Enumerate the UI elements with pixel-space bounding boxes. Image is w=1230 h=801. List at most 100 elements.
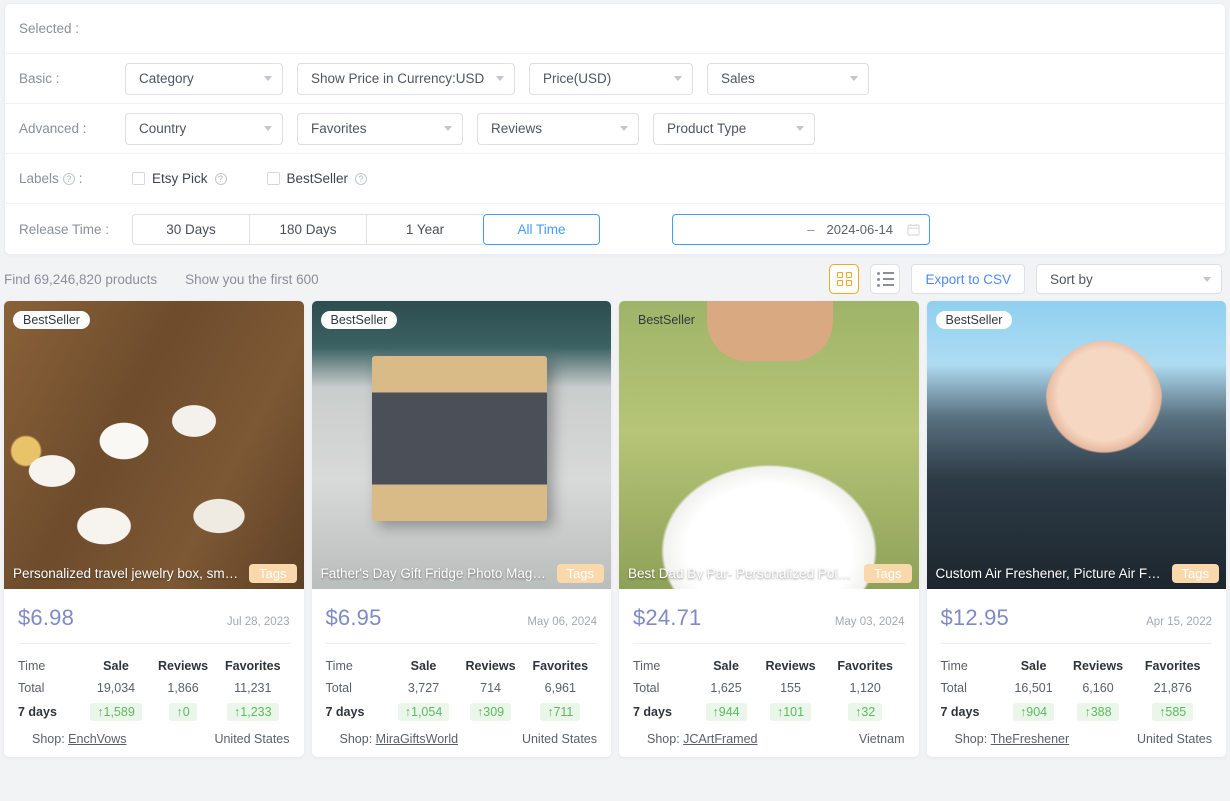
labels-label-colon: : — [78, 171, 83, 186]
category-select[interactable]: Category — [125, 62, 283, 95]
total-sale: 16,501 — [1014, 681, 1053, 695]
product-type-select[interactable]: Product Type — [653, 112, 815, 145]
stats-row-label-7days: 7 days — [18, 705, 57, 719]
checkbox-bestseller-label: BestSeller — [286, 171, 349, 186]
product-card[interactable]: BestSeller Father's Day Gift Fridge Phot… — [311, 301, 611, 757]
price-row: $24.71 May 03, 2024 — [633, 599, 905, 643]
shop-link[interactable]: TheFreshener — [991, 732, 1070, 746]
delta-reviews: ↑101 — [769, 703, 812, 721]
delta-sale-cell: ↑1,054 — [390, 699, 458, 725]
checkbox-etsy-pick[interactable]: Etsy Pick — [132, 171, 227, 186]
stats-col-reviews: Reviews — [765, 659, 816, 673]
selected-filters-row: Selected : — [5, 4, 1225, 54]
product-image — [311, 301, 611, 589]
currency-select[interactable]: Show Price in Currency:USD — [297, 62, 515, 95]
release-time-180-days[interactable]: 180 Days — [249, 213, 366, 245]
shop-link[interactable]: MiraGiftsWorld — [376, 732, 458, 746]
product-type-select-value: Product Type — [667, 121, 747, 136]
list-view-button[interactable] — [870, 264, 901, 294]
release-time-1-year[interactable]: 1 Year — [366, 213, 483, 245]
total-reviews: 714 — [480, 681, 501, 695]
product-price: $6.95 — [325, 605, 382, 630]
product-card[interactable]: BestSeller Personalized travel jewelry b… — [4, 301, 304, 757]
tags-button[interactable]: Tags — [556, 563, 604, 583]
product-image — [619, 301, 919, 589]
delta-favorites-cell: ↑1,233 — [216, 699, 289, 725]
shop-prefix: Shop: — [339, 732, 373, 746]
product-title-bar: Custom Air Freshener, Picture Air Fres..… — [927, 557, 1227, 589]
favorites-select[interactable]: Favorites — [297, 112, 463, 145]
reviews-select-value: Reviews — [491, 121, 543, 136]
product-price: $24.71 — [633, 605, 702, 630]
product-image-container[interactable]: BestSeller Father's Day Gift Fridge Phot… — [311, 301, 611, 589]
shop-link[interactable]: EnchVows — [68, 732, 126, 746]
total-favorites: 21,876 — [1153, 681, 1192, 695]
stats-col-time: Time — [18, 659, 46, 673]
product-title[interactable]: Personalized travel jewelry box, small .… — [13, 566, 242, 581]
date-range-separator: – — [807, 221, 815, 237]
advanced-filters-row: Advanced : Country Favorites Reviews Pro… — [5, 104, 1225, 154]
tags-button[interactable]: Tags — [864, 563, 912, 583]
grid-view-button[interactable] — [829, 264, 860, 294]
chevron-down-icon — [620, 126, 628, 131]
release-time-all-time[interactable]: All Time — [483, 213, 600, 245]
tags-button[interactable]: Tags — [249, 563, 297, 583]
product-card-body: $6.98 Jul 28, 2023 Time Sale Reviews Fav… — [4, 589, 304, 725]
product-title[interactable]: Father's Day Gift Fridge Photo Magnet... — [321, 566, 550, 581]
release-time-30-days[interactable]: 30 Days — [132, 213, 249, 245]
tags-button[interactable]: Tags — [1171, 563, 1219, 583]
product-title[interactable]: Custom Air Freshener, Picture Air Fres..… — [936, 566, 1165, 581]
chevron-down-icon — [444, 126, 452, 131]
country-select[interactable]: Country — [125, 112, 283, 145]
checkbox-bestseller[interactable]: BestSeller — [266, 171, 368, 186]
product-image-container[interactable]: BestSeller Custom Air Freshener, Picture… — [926, 301, 1227, 589]
total-reviews: 6,160 — [1082, 681, 1114, 695]
sort-by-select[interactable]: Sort by — [1036, 264, 1222, 294]
delta-reviews-cell: ↑388 — [1063, 699, 1134, 725]
product-release-date: Jul 28, 2023 — [226, 616, 290, 628]
export-to-csv-button[interactable]: Export to CSV — [911, 264, 1025, 294]
stats-row-label-total: Total — [325, 681, 352, 695]
currency-select-value: Show Price in Currency:USD — [311, 71, 485, 86]
delta-favorites-cell: ↑32 — [826, 699, 905, 725]
stats-header-row: Time Sale Reviews Favorites — [941, 650, 1213, 677]
help-icon[interactable] — [355, 172, 368, 185]
product-image-container[interactable]: BestSeller Best Dad By Par- Personalized… — [619, 301, 919, 589]
chevron-down-icon — [796, 126, 804, 131]
stats-row-label-7days: 7 days — [633, 705, 672, 719]
delta-sale-cell: ↑944 — [697, 699, 755, 725]
delta-sale: ↑904 — [1013, 703, 1055, 721]
product-image-container[interactable]: BestSeller Personalized travel jewelry b… — [4, 301, 304, 589]
help-icon[interactable] — [62, 172, 75, 185]
price-select[interactable]: Price(USD) — [529, 62, 693, 95]
basic-filters-row: Basic : Category Show Price in Currency:… — [5, 54, 1225, 104]
product-card-body: $24.71 May 03, 2024 Time Sale Reviews Fa… — [619, 589, 919, 725]
stats-col-favorites: Favorites — [532, 659, 589, 673]
product-card[interactable]: BestSeller Best Dad By Par- Personalized… — [619, 301, 919, 757]
stats-col-sale: Sale — [1020, 659, 1047, 673]
divider — [325, 643, 597, 644]
stats-col-reviews: Reviews — [465, 659, 516, 673]
stats-row-label-7days: 7 days — [325, 705, 365, 719]
reviews-select[interactable]: Reviews — [477, 112, 639, 145]
country-select-value: Country — [139, 121, 187, 136]
product-title[interactable]: Best Dad By Par- Personalized Polo Sh... — [628, 566, 857, 581]
help-icon[interactable] — [214, 172, 227, 185]
total-sale: 1,625 — [710, 681, 742, 695]
shop-link[interactable]: JCArtFramed — [683, 732, 757, 746]
delta-favorites: ↑32 — [848, 703, 883, 721]
results-toolbar: Find 69,246,820 products Show you the fi… — [0, 257, 1230, 301]
stats-total-row: Total 3,727 714 6,961 — [326, 677, 598, 699]
date-range-end[interactable]: 2024-06-14 — [827, 222, 894, 237]
checkbox-box[interactable] — [266, 172, 280, 185]
product-stats-table: Time Sale Reviews Favorites Total 19,034… — [18, 650, 290, 725]
delta-reviews: ↑388 — [1077, 703, 1119, 721]
divider — [940, 643, 1212, 644]
checkbox-box[interactable] — [132, 172, 145, 185]
product-card[interactable]: BestSeller Custom Air Freshener, Picture… — [926, 301, 1227, 757]
bestseller-badge: BestSeller — [320, 311, 398, 329]
sales-select[interactable]: Sales — [707, 62, 869, 95]
date-range-input[interactable]: – 2024-06-14 — [672, 213, 930, 245]
stats-col-sale: Sale — [410, 659, 437, 673]
category-select-value: Category — [139, 71, 194, 86]
